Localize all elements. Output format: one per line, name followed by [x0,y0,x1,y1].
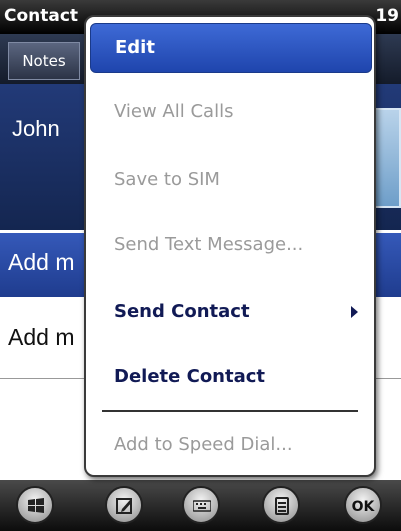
menu-button[interactable] [262,486,300,524]
menu-item-label: Save to SIM [114,169,220,190]
menu-item-label: View All Calls [114,101,234,122]
keyboard-icon [193,500,211,512]
menu-item-view-all-calls[interactable]: View All Calls [90,88,370,136]
context-menu: Edit View All Calls Save to SIM Send Tex… [84,15,376,477]
submenu-arrow-icon [351,306,358,318]
softkey-bar: OK [0,480,401,531]
menu-item-send-contact[interactable]: Send Contact [90,288,370,336]
menu-item-send-text-message[interactable]: Send Text Message... [90,221,370,269]
pencil-edit-icon [116,498,132,514]
edit-button[interactable] [105,486,143,524]
tab-notes[interactable]: Notes [8,42,80,80]
menu-item-label: Send Contact [114,301,250,322]
contact-name: John [12,116,60,141]
menu-separator [102,410,358,412]
menu-item-add-to-speed-dial[interactable]: Add to Speed Dial... [90,421,370,469]
field-label: Add m [8,324,75,350]
app-title: Contact [4,6,79,26]
menu-item-save-to-sim[interactable]: Save to SIM [90,156,370,204]
menu-item-label: Add to Speed Dial... [114,434,293,455]
menu-item-label: Send Text Message... [114,234,304,255]
menu-item-label: Edit [115,37,155,58]
field-label: Add m [8,249,75,275]
keyboard-button[interactable] [182,486,220,524]
menu-item-edit[interactable]: Edit [90,23,372,73]
windows-start-button[interactable] [16,486,54,524]
ok-button[interactable]: OK [344,486,382,524]
menu-item-label: Delete Contact [114,366,266,387]
windows-start-icon [28,498,44,513]
clock: 19 [375,6,399,26]
menu-item-delete-contact[interactable]: Delete Contact [90,353,370,401]
menu-list-icon [275,497,289,515]
